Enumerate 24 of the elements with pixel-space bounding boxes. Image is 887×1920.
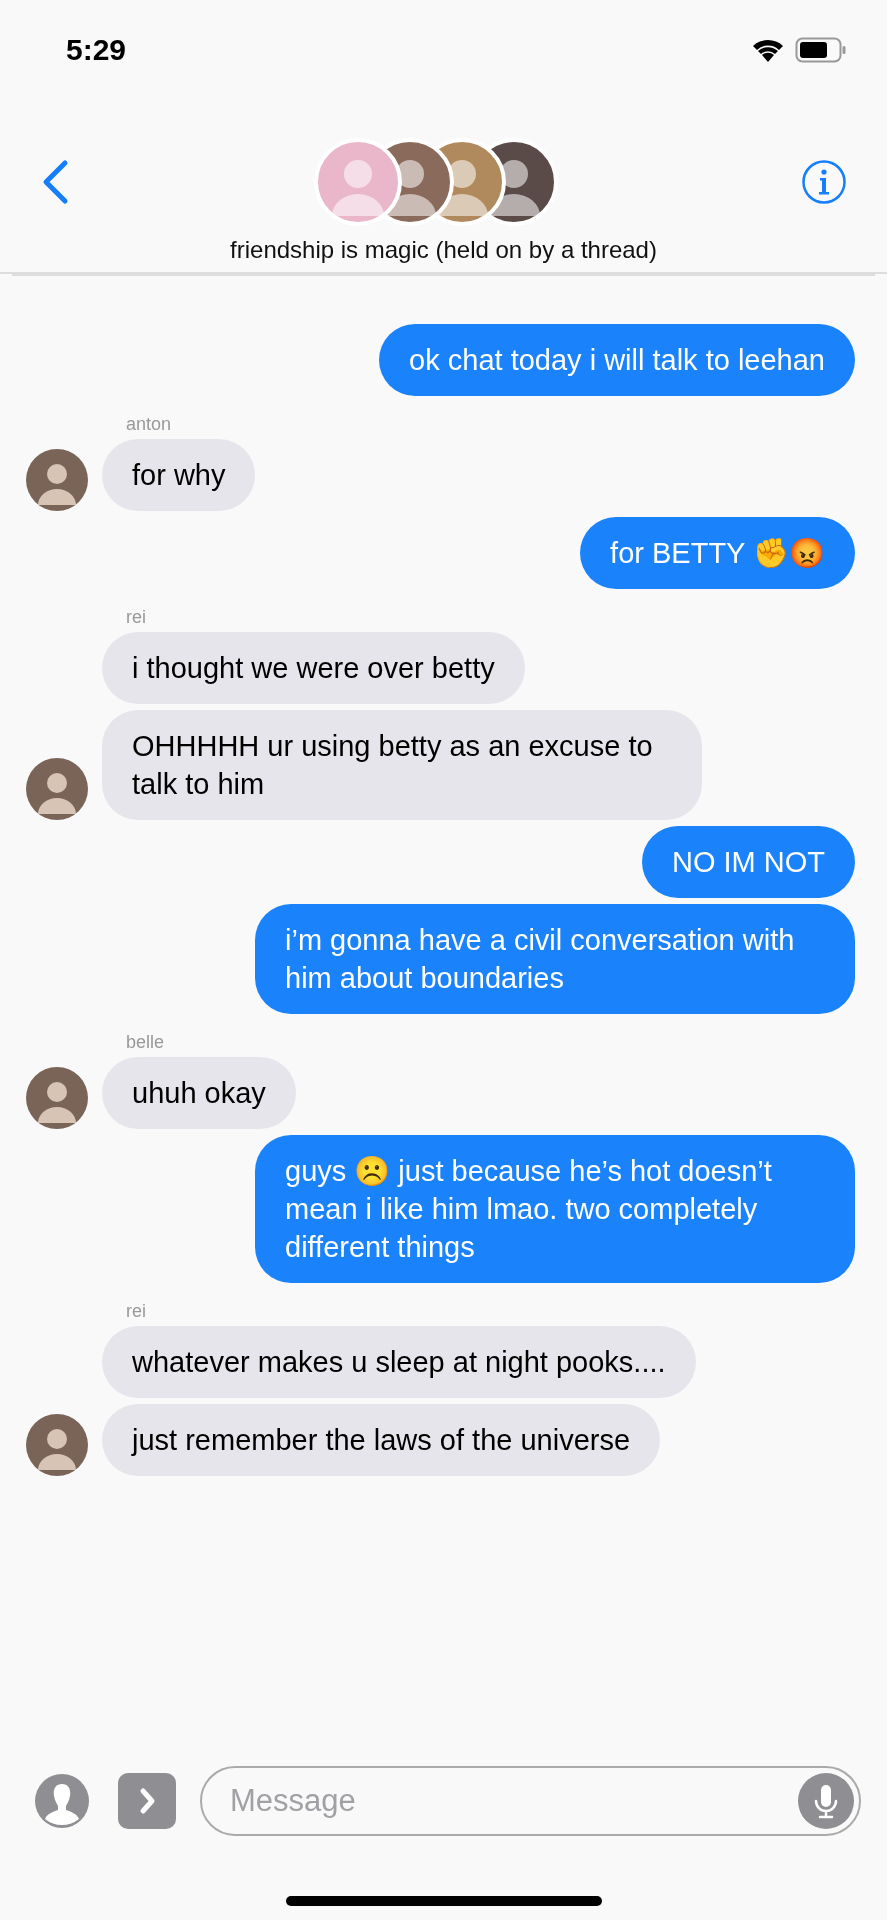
sender-name: anton: [125, 414, 173, 435]
sender-name: rei: [125, 1301, 147, 1322]
apps-chevron-icon[interactable]: [118, 1773, 176, 1829]
message-bubble: OHHHHH ur using betty as an excuse to talk to him: [102, 710, 702, 820]
status-time: 5:29: [66, 33, 127, 67]
battery-icon: [795, 37, 847, 63]
contact-icon[interactable]: [34, 1773, 90, 1829]
message-bubble: i thought we were over betty: [102, 632, 525, 704]
message-bubble: for why: [102, 439, 256, 511]
sender-name: belle: [125, 1032, 166, 1053]
message-bubble: guys ☹ just because he’s hot doesn’t mean i like him lmao. two completely different things: [255, 1135, 855, 1283]
conversation-title: friendship is magic (held on by a thread): [229, 235, 658, 265]
message-bubble: ok chat today i will talk to leehan: [379, 324, 855, 396]
message-bubble: just remember the laws of the universe: [102, 1404, 661, 1476]
message-bubble: NO IM NOT: [641, 826, 855, 898]
info-icon[interactable]: [801, 159, 847, 205]
message-bubble: for BETTY ✊😡: [580, 517, 855, 589]
message-bubble: whatever makes u sleep at night pooks....: [102, 1326, 696, 1398]
sender-name: rei: [125, 607, 147, 628]
message-field[interactable]: Message: [200, 1766, 861, 1836]
wifi-icon: [751, 37, 785, 63]
message-bubble: uhuh okay: [102, 1057, 296, 1129]
message-bubble: i’m gonna have a civil conversation with him about boundaries: [255, 904, 855, 1014]
microphone-icon[interactable]: [798, 1773, 854, 1829]
